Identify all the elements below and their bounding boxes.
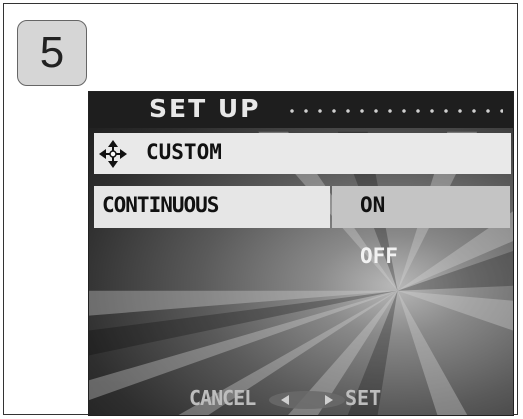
step-number: 5 [39, 28, 65, 77]
screen-title: SET UP [149, 94, 261, 123]
custom-label: CUSTOM [146, 140, 222, 164]
option-on[interactable]: ON [360, 193, 385, 217]
footer-bar: CANCEL SET [89, 382, 513, 415]
continuous-label: CONTINUOUS [102, 193, 219, 217]
custom-menu-row[interactable]: CUSTOM [94, 133, 511, 174]
option-off[interactable]: OFF [360, 244, 398, 268]
camera-lcd-screen: SET UP CUSTOM CONTINUOUS ON OFF CANCEL S… [88, 91, 514, 416]
nav-pill [269, 391, 345, 409]
set-label[interactable]: SET [345, 386, 381, 410]
option-on-highlight[interactable] [332, 186, 510, 228]
step-number-badge: 5 [17, 20, 87, 86]
four-way-arrow-icon [99, 140, 127, 168]
cancel-label[interactable]: CANCEL [189, 386, 256, 410]
title-dots-decoration [285, 109, 503, 113]
continuous-setting-row[interactable]: CONTINUOUS [94, 186, 330, 228]
title-bar: SET UP [89, 92, 513, 128]
